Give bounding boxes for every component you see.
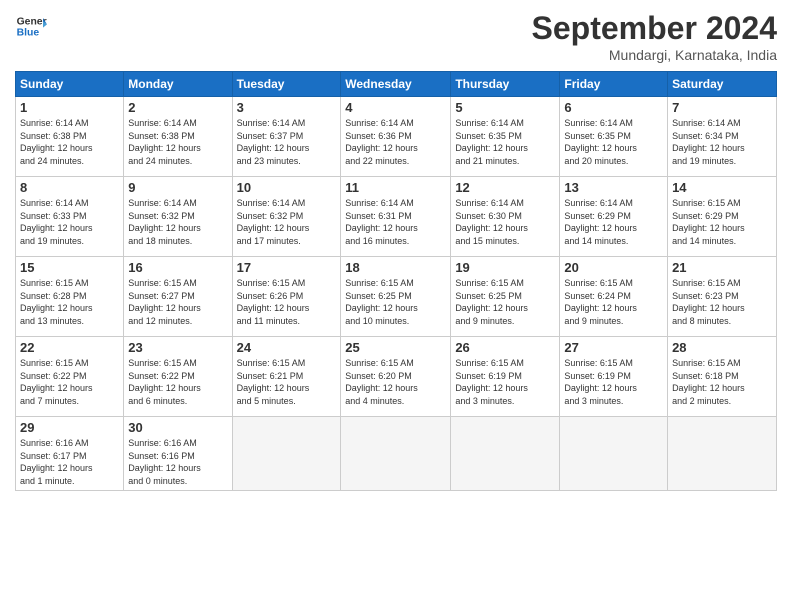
col-tuesday: Tuesday <box>232 72 341 97</box>
table-row: 8Sunrise: 6:14 AMSunset: 6:33 PMDaylight… <box>16 177 124 257</box>
calendar-table: Sunday Monday Tuesday Wednesday Thursday… <box>15 71 777 491</box>
location: Mundargi, Karnataka, India <box>532 47 777 63</box>
page: General Blue September 2024 Mundargi, Ka… <box>0 0 792 612</box>
header: General Blue September 2024 Mundargi, Ka… <box>15 10 777 63</box>
table-row: 11Sunrise: 6:14 AMSunset: 6:31 PMDayligh… <box>341 177 451 257</box>
table-row: 23Sunrise: 6:15 AMSunset: 6:22 PMDayligh… <box>124 337 232 417</box>
table-row: 25Sunrise: 6:15 AMSunset: 6:20 PMDayligh… <box>341 337 451 417</box>
title-area: September 2024 Mundargi, Karnataka, Indi… <box>532 10 777 63</box>
table-row <box>451 417 560 491</box>
col-wednesday: Wednesday <box>341 72 451 97</box>
table-row: 10Sunrise: 6:14 AMSunset: 6:32 PMDayligh… <box>232 177 341 257</box>
col-sunday: Sunday <box>16 72 124 97</box>
table-row <box>341 417 451 491</box>
table-row: 12Sunrise: 6:14 AMSunset: 6:30 PMDayligh… <box>451 177 560 257</box>
table-row: 9Sunrise: 6:14 AMSunset: 6:32 PMDaylight… <box>124 177 232 257</box>
table-row <box>668 417 777 491</box>
table-row: 1Sunrise: 6:14 AMSunset: 6:38 PMDaylight… <box>16 97 124 177</box>
table-row <box>232 417 341 491</box>
table-row: 18Sunrise: 6:15 AMSunset: 6:25 PMDayligh… <box>341 257 451 337</box>
table-row: 17Sunrise: 6:15 AMSunset: 6:26 PMDayligh… <box>232 257 341 337</box>
calendar-row-2: 8Sunrise: 6:14 AMSunset: 6:33 PMDaylight… <box>16 177 777 257</box>
calendar-row-5: 29Sunrise: 6:16 AMSunset: 6:17 PMDayligh… <box>16 417 777 491</box>
table-row: 20Sunrise: 6:15 AMSunset: 6:24 PMDayligh… <box>560 257 668 337</box>
table-row: 22Sunrise: 6:15 AMSunset: 6:22 PMDayligh… <box>16 337 124 417</box>
table-row: 5Sunrise: 6:14 AMSunset: 6:35 PMDaylight… <box>451 97 560 177</box>
col-friday: Friday <box>560 72 668 97</box>
logo: General Blue <box>15 10 47 42</box>
calendar-row-1: 1Sunrise: 6:14 AMSunset: 6:38 PMDaylight… <box>16 97 777 177</box>
table-row: 6Sunrise: 6:14 AMSunset: 6:35 PMDaylight… <box>560 97 668 177</box>
logo-icon: General Blue <box>15 10 47 42</box>
table-row: 21Sunrise: 6:15 AMSunset: 6:23 PMDayligh… <box>668 257 777 337</box>
svg-text:Blue: Blue <box>17 28 40 39</box>
col-monday: Monday <box>124 72 232 97</box>
table-row: 16Sunrise: 6:15 AMSunset: 6:27 PMDayligh… <box>124 257 232 337</box>
table-row: 14Sunrise: 6:15 AMSunset: 6:29 PMDayligh… <box>668 177 777 257</box>
table-row: 26Sunrise: 6:15 AMSunset: 6:19 PMDayligh… <box>451 337 560 417</box>
table-row: 3Sunrise: 6:14 AMSunset: 6:37 PMDaylight… <box>232 97 341 177</box>
table-row: 29Sunrise: 6:16 AMSunset: 6:17 PMDayligh… <box>16 417 124 491</box>
month-title: September 2024 <box>532 10 777 47</box>
calendar-row-3: 15Sunrise: 6:15 AMSunset: 6:28 PMDayligh… <box>16 257 777 337</box>
svg-text:General: General <box>17 16 47 27</box>
col-thursday: Thursday <box>451 72 560 97</box>
table-row: 2Sunrise: 6:14 AMSunset: 6:38 PMDaylight… <box>124 97 232 177</box>
table-row: 30Sunrise: 6:16 AMSunset: 6:16 PMDayligh… <box>124 417 232 491</box>
table-row: 28Sunrise: 6:15 AMSunset: 6:18 PMDayligh… <box>668 337 777 417</box>
table-row: 19Sunrise: 6:15 AMSunset: 6:25 PMDayligh… <box>451 257 560 337</box>
calendar-header-row: Sunday Monday Tuesday Wednesday Thursday… <box>16 72 777 97</box>
col-saturday: Saturday <box>668 72 777 97</box>
table-row: 4Sunrise: 6:14 AMSunset: 6:36 PMDaylight… <box>341 97 451 177</box>
calendar-row-4: 22Sunrise: 6:15 AMSunset: 6:22 PMDayligh… <box>16 337 777 417</box>
table-row: 13Sunrise: 6:14 AMSunset: 6:29 PMDayligh… <box>560 177 668 257</box>
table-row: 27Sunrise: 6:15 AMSunset: 6:19 PMDayligh… <box>560 337 668 417</box>
table-row: 7Sunrise: 6:14 AMSunset: 6:34 PMDaylight… <box>668 97 777 177</box>
table-row: 15Sunrise: 6:15 AMSunset: 6:28 PMDayligh… <box>16 257 124 337</box>
table-row: 24Sunrise: 6:15 AMSunset: 6:21 PMDayligh… <box>232 337 341 417</box>
table-row <box>560 417 668 491</box>
